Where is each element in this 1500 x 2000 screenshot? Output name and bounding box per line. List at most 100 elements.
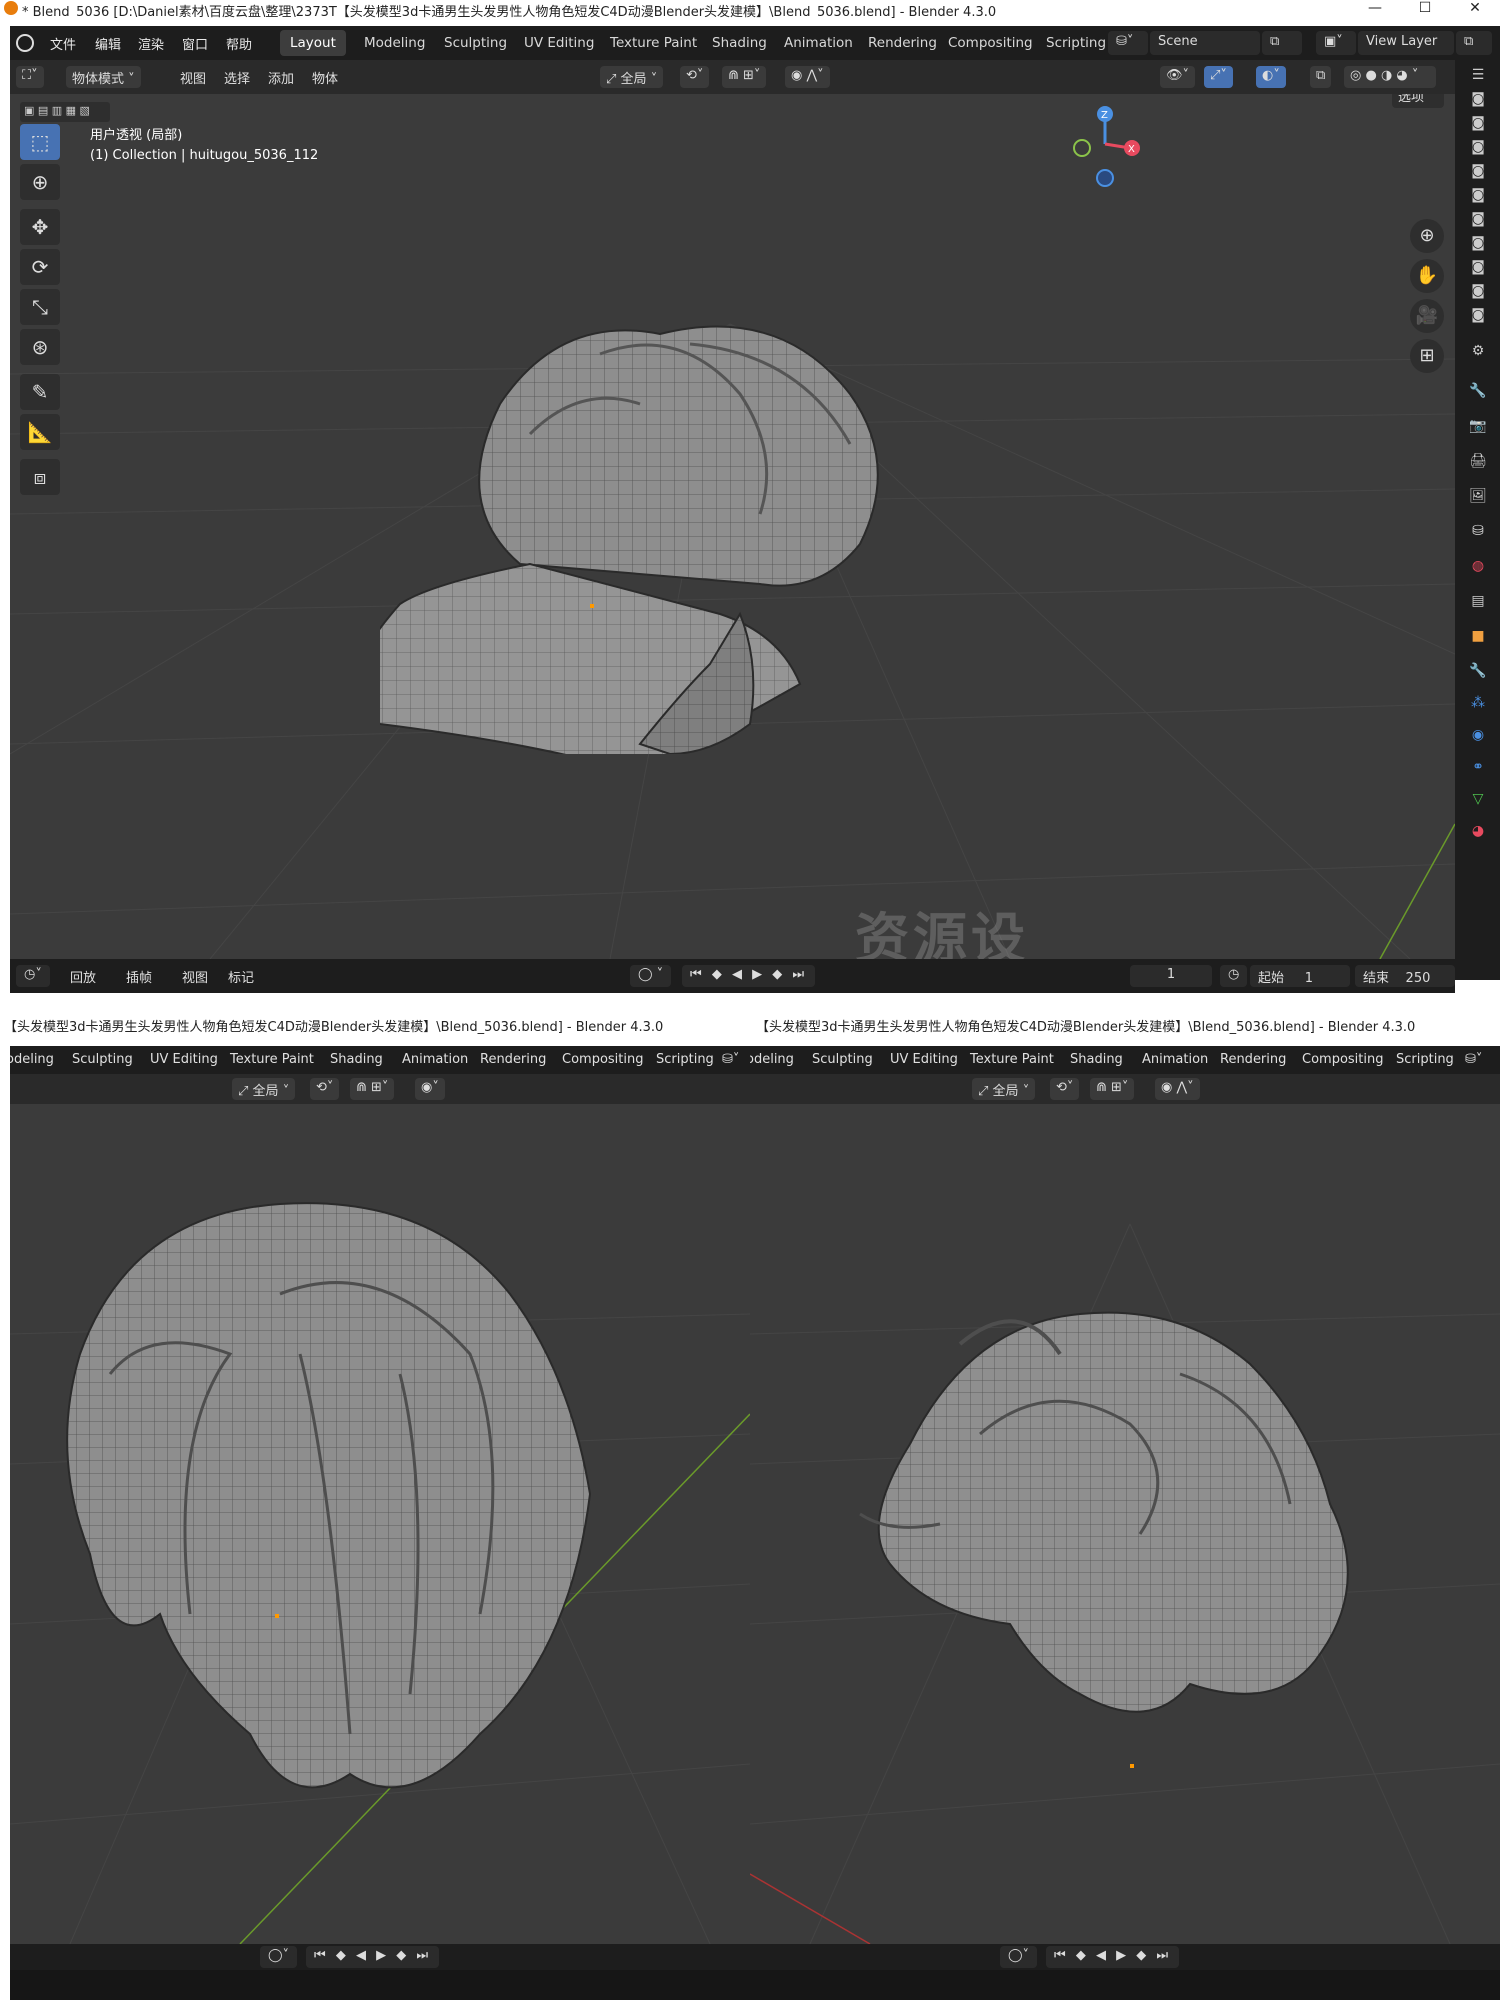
overlay-toggle-icon[interactable]: ◐˅ <box>1256 66 1286 88</box>
left-hair-mesh[interactable] <box>50 1174 670 1824</box>
tab-compositing[interactable]: Compositing <box>938 30 1043 56</box>
options-button[interactable]: 选项˅ <box>1392 94 1444 108</box>
material-props-icon[interactable]: ◕ <box>1467 820 1489 842</box>
right-scene-icon[interactable]: ⛁˅ <box>1465 1052 1482 1067</box>
menu-object[interactable]: 物体 <box>312 68 338 87</box>
menu-select[interactable]: 选择 <box>224 68 250 87</box>
minimize-icon[interactable]: — <box>1355 0 1395 18</box>
tab-modeling[interactable]: Modeling <box>354 30 435 56</box>
xray-icon[interactable]: ⧉ <box>1310 66 1332 88</box>
render-camera-icon-10[interactable]: ◙ <box>1467 304 1489 326</box>
current-frame-field[interactable]: 1 <box>1130 965 1212 987</box>
scale-tool-icon[interactable]: ⤡ <box>20 289 60 325</box>
particles-props-icon[interactable]: ⁂ <box>1467 692 1489 714</box>
right-tab-animation[interactable]: Animation <box>1142 1052 1208 1067</box>
view-layer-copy-icon[interactable]: ⧉ <box>1456 31 1492 55</box>
outliner-icon[interactable]: ☰ <box>1467 64 1489 86</box>
gizmo-toggle-icon[interactable]: ⤢˅ <box>1204 66 1233 88</box>
right-tab-texture-paint[interactable]: Texture Paint <box>970 1052 1054 1067</box>
menu-view[interactable]: 视图 <box>180 68 206 87</box>
rotate-tool-icon[interactable]: ⟳ <box>20 249 60 285</box>
left-auto-keying-icon[interactable]: ◯˅ <box>260 1946 298 1968</box>
camera-view-icon[interactable]: 🎥 <box>1410 299 1444 333</box>
menu-playback[interactable]: 回放 <box>70 967 96 986</box>
left-pivot-icon[interactable]: ⟲˅ <box>310 1078 340 1100</box>
menu-render[interactable]: 渲染 <box>138 34 164 53</box>
right-playback-controls-icon[interactable]: ⏮ ◆ ◀ ▶ ◆ ⏭ <box>1046 1946 1180 1968</box>
cap-hair-mesh[interactable] <box>380 284 980 754</box>
constraints-props-icon[interactable]: ⚭ <box>1467 756 1489 778</box>
measure-tool-icon[interactable]: 📐 <box>20 414 60 450</box>
pan-hand-icon[interactable]: ✋ <box>1410 259 1444 293</box>
right-tab-shading[interactable]: Shading <box>1070 1052 1123 1067</box>
transform-tool-icon[interactable]: ⊛ <box>20 329 60 365</box>
left-playback-controls-icon[interactable]: ⏮ ◆ ◀ ▶ ◆ ⏭ <box>306 1946 440 1968</box>
right-3d-viewport[interactable] <box>750 1104 1500 1944</box>
scene-selector-icon[interactable]: ⛁˅ <box>1108 31 1148 55</box>
auto-keying-icon[interactable]: ◯ ˅ <box>630 965 672 987</box>
scene-pin-icon[interactable]: ⧉ <box>1262 31 1302 55</box>
view-layer-icon[interactable]: ▣˅ <box>1316 31 1356 55</box>
left-tab-rendering[interactable]: Rendering <box>480 1052 546 1067</box>
mode-selector[interactable]: 物体模式 ˅ <box>66 66 141 88</box>
left-tab-uv-editing[interactable]: UV Editing <box>150 1052 218 1067</box>
editor-type-icon[interactable]: ⛶˅ <box>16 66 44 88</box>
annotate-tool-icon[interactable]: ✎ <box>20 374 60 410</box>
right-transform-orientation[interactable]: ⤢ 全局 ˅ <box>972 1078 1036 1100</box>
tab-shading[interactable]: Shading <box>702 30 777 56</box>
menu-edit[interactable]: 编辑 <box>95 34 121 53</box>
modifier-props-icon[interactable]: 🔧 <box>1467 660 1489 682</box>
right-tab-compositing[interactable]: Compositing <box>1302 1052 1384 1067</box>
snap-icon[interactable]: ⋒ ⊞˅ <box>722 66 767 88</box>
world-props-icon[interactable]: ◍ <box>1467 555 1489 577</box>
tab-sculpting[interactable]: Sculpting <box>434 30 517 56</box>
left-tab-sculpting[interactable]: Sculpting <box>72 1052 133 1067</box>
left-proportional-icon[interactable]: ◉˅ <box>415 1078 445 1100</box>
render-camera-icon-5[interactable]: ◙ <box>1467 184 1489 206</box>
scene-props-icon[interactable]: ⛁ <box>1467 520 1489 542</box>
perspective-grid-icon[interactable]: ⊞ <box>1410 339 1444 373</box>
render-camera-icon-7[interactable]: ◙ <box>1467 232 1489 254</box>
tab-scripting[interactable]: Scripting <box>1036 30 1116 56</box>
data-props-icon[interactable]: ▽ <box>1467 788 1489 810</box>
start-frame-field[interactable]: 起始 1 <box>1250 965 1350 987</box>
select-mode-icons[interactable]: ▣ ▤ ▥ ▦ ▧ <box>20 102 110 122</box>
playback-controls-icon[interactable]: ⏮ ◆ ◀ ▶ ◆ ⏭ <box>682 965 816 987</box>
menu-file[interactable]: 文件 <box>50 34 76 53</box>
view-layer-field[interactable]: View Layer <box>1358 31 1454 55</box>
scene-field[interactable]: Scene <box>1150 31 1260 55</box>
pivot-icon[interactable]: ⟲˅ <box>680 66 710 88</box>
render-props-icon[interactable]: 📷 <box>1467 415 1489 437</box>
move-tool-icon[interactable]: ✥ <box>20 209 60 245</box>
render-camera-icon-9[interactable]: ◙ <box>1467 280 1489 302</box>
right-snap-icon[interactable]: ⋒ ⊞˅ <box>1090 1078 1135 1100</box>
left-tab-compositing[interactable]: Compositing <box>562 1052 644 1067</box>
left-tab-animation[interactable]: Animation <box>402 1052 468 1067</box>
transform-orientation[interactable]: ⤢ 全局 ˅ <box>600 66 664 88</box>
left-tab-shading[interactable]: Shading <box>330 1052 383 1067</box>
right-pivot-icon[interactable]: ⟲˅ <box>1050 1078 1080 1100</box>
right-tab-uv-editing[interactable]: UV Editing <box>890 1052 958 1067</box>
menu-help[interactable]: 帮助 <box>226 34 252 53</box>
render-camera-icon-1[interactable]: ◙ <box>1467 88 1489 110</box>
zoom-icon[interactable]: ⊕ <box>1410 219 1444 253</box>
render-camera-icon-4[interactable]: ◙ <box>1467 160 1489 182</box>
render-camera-icon-6[interactable]: ◙ <box>1467 208 1489 230</box>
3d-viewport[interactable]: ▣ ▤ ▥ ▦ ▧ ⬚ ⊕ ✥ ⟳ ⤡ ⊛ ✎ 📐 ⧈ 用户透视 (局部) (1… <box>10 94 1455 959</box>
right-tab-sculpting[interactable]: Sculpting <box>812 1052 873 1067</box>
render-camera-icon-2[interactable]: ◙ <box>1467 112 1489 134</box>
render-camera-icon-8[interactable]: ◙ <box>1467 256 1489 278</box>
menu-keying[interactable]: 插帧 <box>126 967 152 986</box>
tab-texture-paint[interactable]: Texture Paint <box>600 30 707 56</box>
menu-window[interactable]: 窗口 <box>182 34 208 53</box>
left-3d-viewport[interactable] <box>10 1104 750 1944</box>
cursor-tool-icon[interactable]: ⊕ <box>20 164 60 200</box>
left-snap-icon[interactable]: ⋒ ⊞˅ <box>350 1078 395 1100</box>
right-tab-scripting[interactable]: Scripting <box>1396 1052 1454 1067</box>
menu-marker[interactable]: 标记 <box>228 967 254 986</box>
right-tab-rendering[interactable]: Rendering <box>1220 1052 1286 1067</box>
menu-add[interactable]: 添加 <box>268 68 294 87</box>
physics-props-icon[interactable]: ◉ <box>1467 724 1489 746</box>
visibility-icon[interactable]: 👁˅ <box>1160 66 1196 88</box>
maximize-icon[interactable]: ☐ <box>1405 0 1445 18</box>
